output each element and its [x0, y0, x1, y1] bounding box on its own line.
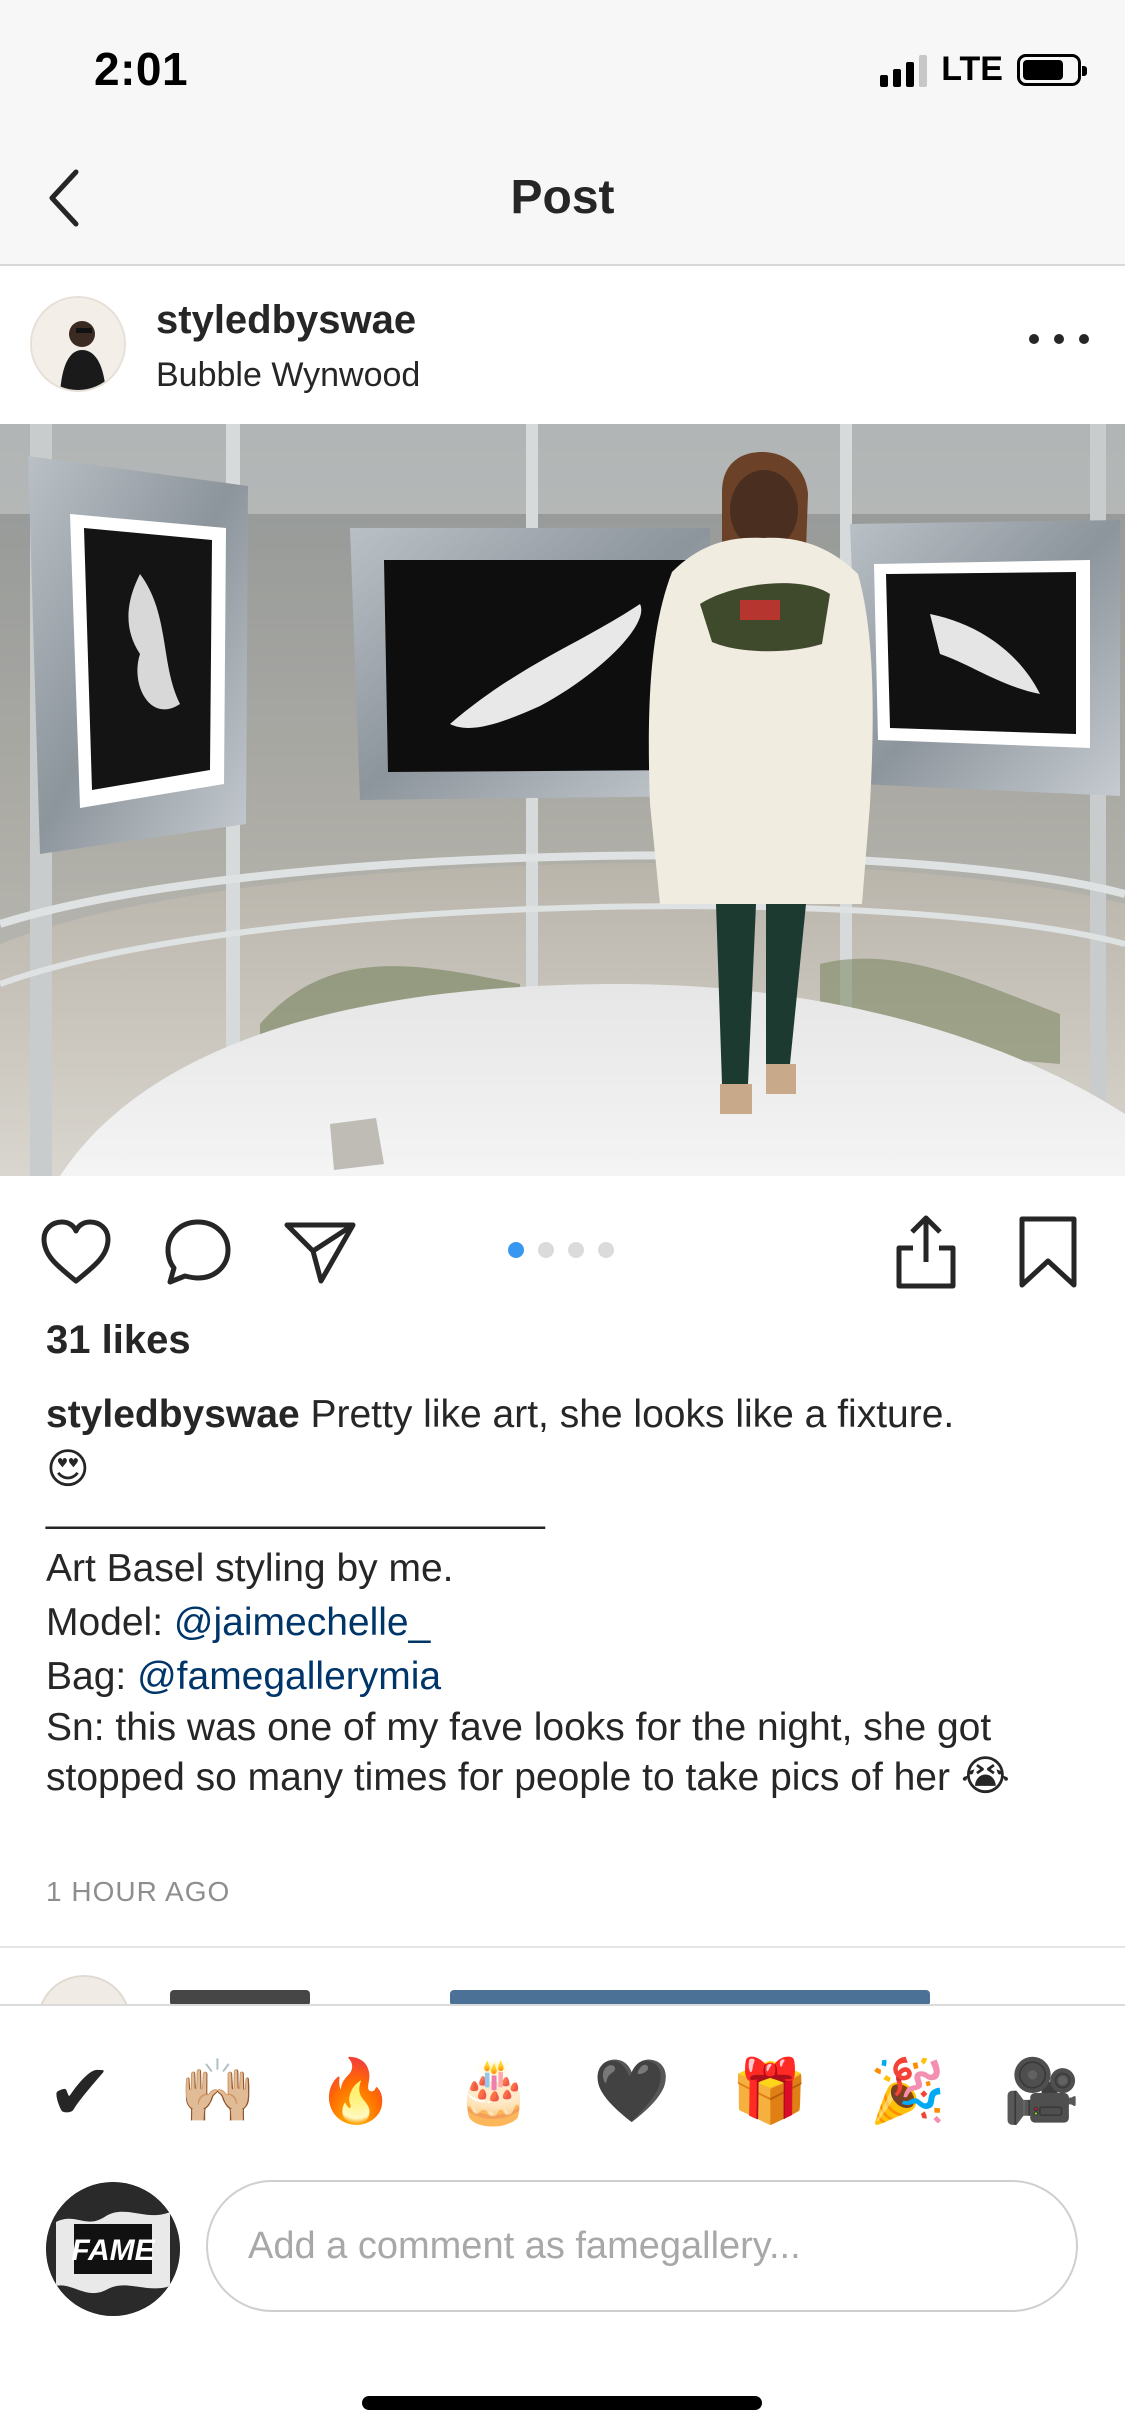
share-icon [284, 1222, 356, 1284]
comment-input[interactable] [206, 2180, 1078, 2312]
gallery-photo [0, 424, 1125, 1176]
like-button[interactable] [36, 1212, 116, 1292]
caption-model-line: Model: @jaimechelle_ [46, 1596, 1096, 1650]
likes-count[interactable]: 31 likes [46, 1318, 191, 1363]
crying-emoji: 😭 [960, 1752, 1010, 1799]
bookmark-button[interactable] [1008, 1212, 1088, 1292]
upload-button[interactable] [886, 1212, 966, 1292]
carousel-dot [598, 1242, 614, 1258]
comment-bar: FAME [0, 2164, 1125, 2334]
nav-bar: Post [0, 132, 1125, 266]
author-avatar[interactable] [30, 296, 126, 392]
bag-label: Bag: [46, 1655, 138, 1698]
carousel-dot [538, 1242, 554, 1258]
comment-button[interactable] [158, 1212, 238, 1292]
caption-first-line: styledbyswae Pretty like art, she looks … [46, 1388, 1096, 1442]
model-label: Model: [46, 1601, 174, 1644]
post-header: styledbyswae Bubble Wynwood [0, 268, 1125, 424]
reaction-fire[interactable]: 🔥 [316, 2052, 396, 2132]
model-mention-link[interactable]: @jaimechelle_ [174, 1601, 430, 1644]
network-type: LTE [941, 50, 1003, 88]
carousel-indicator [508, 1242, 614, 1258]
share-button[interactable] [280, 1212, 360, 1292]
post-location[interactable]: Bubble Wynwood [156, 356, 420, 395]
upload-icon [896, 1215, 956, 1289]
fame-logo: FAME [46, 2182, 180, 2316]
caption-bag-line: Bag: @famegallerymia [46, 1650, 1096, 1704]
dot [1079, 334, 1089, 344]
avatar-photo [32, 298, 124, 390]
status-indicators: LTE [880, 50, 1087, 89]
battery-icon [1017, 53, 1087, 86]
caption-username[interactable]: styledbyswae [46, 1393, 300, 1436]
post-caption: styledbyswae Pretty like art, she looks … [46, 1388, 1096, 1802]
fame-logo-text: FAME [71, 2234, 155, 2267]
signal-icon [880, 53, 928, 87]
carousel-dot-active [508, 1242, 524, 1258]
heart-icon [41, 1219, 111, 1284]
next-post-peek [0, 1948, 1125, 2008]
author-username[interactable]: styledbyswae [156, 298, 416, 343]
reaction-cake[interactable]: 🎂 [454, 2052, 534, 2132]
reaction-check[interactable]: ✔ [40, 2052, 120, 2132]
caption-note: Sn: this was one of my fave looks for th… [46, 1706, 992, 1799]
reaction-black-heart[interactable]: 🖤 [592, 2052, 672, 2132]
carousel-dot [568, 1242, 584, 1258]
reaction-party-popper[interactable]: 🎉 [868, 2052, 948, 2132]
bookmark-icon [1019, 1216, 1077, 1288]
reaction-movie-camera[interactable]: 🎥 [1002, 2052, 1082, 2132]
reaction-gift[interactable]: 🎁 [730, 2052, 810, 2132]
caption-text: Pretty like art, she looks like a fixtur… [310, 1393, 955, 1436]
dot [1029, 334, 1039, 344]
current-user-avatar[interactable]: FAME [46, 2182, 180, 2316]
dot [1054, 334, 1064, 344]
caption-note-line: Sn: this was one of my fave looks for th… [46, 1704, 1096, 1802]
page-title: Post [510, 171, 615, 224]
status-time: 2:01 [94, 43, 189, 95]
more-options-button[interactable] [1029, 324, 1089, 354]
post-timestamp: 1 HOUR AGO [46, 1876, 231, 1907]
next-post-partial [39, 1975, 930, 2008]
comment-icon [165, 1219, 231, 1285]
quick-reaction-bar: ✔ 🙌🏼 🔥 🎂 🖤 🎁 🎉 🎥 [0, 2004, 1125, 2164]
status-bar: 2:01 LTE [0, 0, 1125, 132]
home-indicator[interactable] [362, 2396, 762, 2410]
reaction-raised-hands[interactable]: 🙌🏼 [178, 2052, 258, 2132]
post-image[interactable] [0, 424, 1125, 1176]
bag-mention-link[interactable]: @famegallerymia [137, 1655, 441, 1698]
caption-line-1: Art Basel styling by me. [46, 1547, 454, 1590]
action-bar [0, 1176, 1125, 1316]
caption-separator: _______________________ [46, 1487, 545, 1530]
